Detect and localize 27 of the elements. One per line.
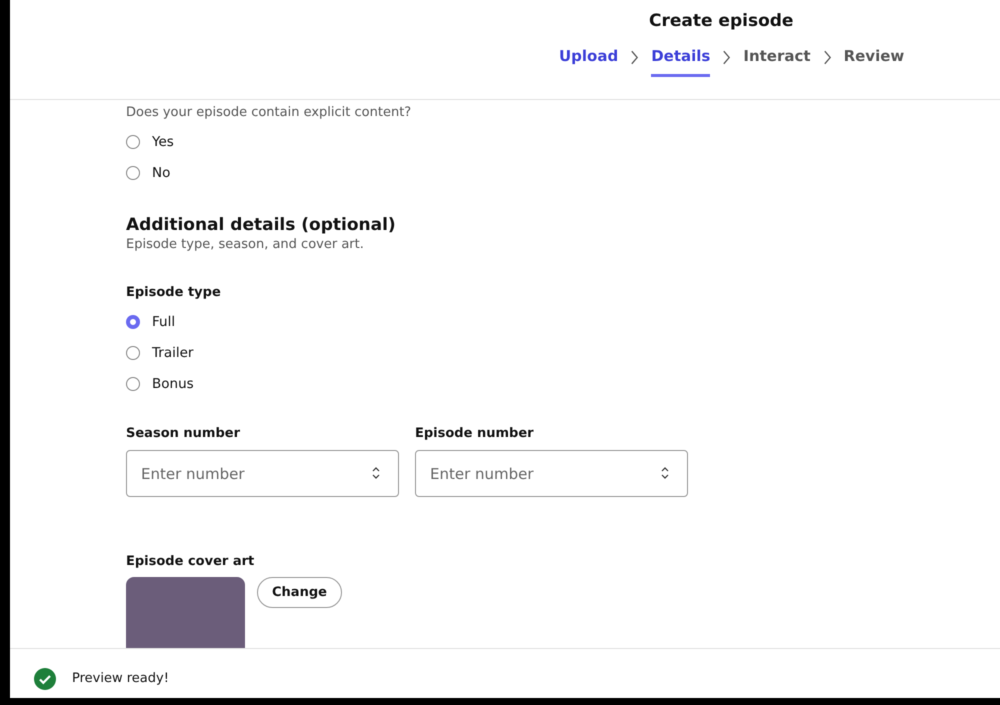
radio-option[interactable]: Yes bbox=[126, 132, 174, 151]
check-icon bbox=[34, 668, 56, 690]
field-label: Season number bbox=[126, 426, 241, 441]
step-tab[interactable]: Interact bbox=[743, 43, 811, 77]
number-input[interactable]: Enter number bbox=[126, 450, 399, 497]
chevron-icon bbox=[722, 50, 732, 64]
spinner-icon[interactable] bbox=[371, 465, 381, 481]
section-subtitle: Episode type, season, and cover art. bbox=[126, 237, 365, 252]
status-message: Preview ready! bbox=[72, 671, 169, 686]
chevron-icon bbox=[630, 50, 640, 64]
spinner-icon[interactable] bbox=[660, 465, 670, 481]
chevron-icon bbox=[822, 50, 832, 64]
page-title: Create episode bbox=[649, 11, 794, 31]
field-label: Episode type bbox=[126, 285, 222, 300]
step-tab[interactable]: Details bbox=[651, 43, 710, 77]
section-heading: Additional details (optional) bbox=[126, 215, 397, 235]
change-button[interactable]: Change bbox=[257, 577, 342, 608]
field-label: Episode cover art bbox=[126, 554, 256, 569]
radio-option[interactable]: Bonus bbox=[126, 374, 194, 393]
radio-option[interactable]: No bbox=[126, 163, 170, 182]
number-input[interactable]: Enter number bbox=[415, 450, 688, 497]
question-text: Does your episode contain explicit content? bbox=[126, 105, 412, 120]
step-tab[interactable]: Upload bbox=[559, 43, 618, 77]
radio-option[interactable]: Trailer bbox=[126, 343, 194, 362]
radio-option[interactable]: Full bbox=[126, 312, 176, 331]
field-label: Episode number bbox=[415, 426, 535, 441]
step-tab[interactable]: Review bbox=[844, 43, 904, 77]
